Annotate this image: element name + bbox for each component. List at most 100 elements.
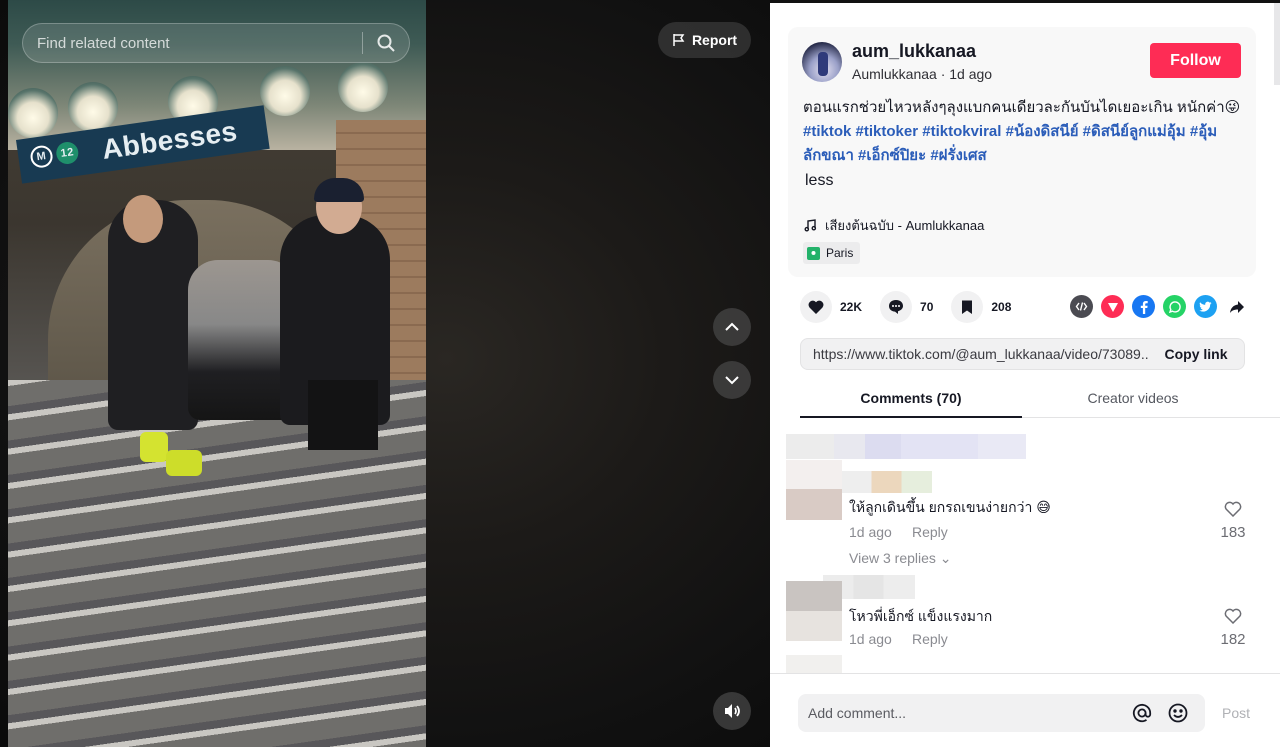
hashtag-link[interactable]: #น้องดิสนีย์ [1006,123,1079,140]
embed-button[interactable] [1070,295,1093,318]
location-tag[interactable]: Paris [803,242,861,264]
scene-lamp [260,66,310,116]
collapse-description-button[interactable]: less [805,172,833,190]
share-twitter-button[interactable] [1194,295,1217,318]
share-arrow-icon [1229,300,1244,313]
send-icon [1107,302,1118,312]
comment-input[interactable] [798,694,1118,732]
chevron-down-icon [725,376,739,385]
scene-skirt [308,380,378,450]
video-frame[interactable]: M 12 Abbesses [8,0,426,747]
hashtag-link[interactable]: #เอ็กซ์ปิยะ [858,147,926,164]
volume-button[interactable] [713,692,751,730]
tab-creator-videos[interactable]: Creator videos [1022,382,1244,418]
save-count: 208 [991,300,1012,314]
save-button[interactable]: 208 [951,291,1011,323]
report-button[interactable]: Report [658,22,751,58]
video-info-card: aum_lukkanaa Aumlukkanaa · 1d ago Follow… [788,27,1256,277]
share-whatsapp-button[interactable] [1163,295,1186,318]
comment-time: 1d ago [849,631,892,647]
comment-box [798,694,1205,732]
comment-button[interactable]: 70 [880,291,933,323]
twitter-icon [1199,301,1212,312]
emoji-button[interactable] [1167,702,1189,724]
hashtag-link[interactable]: #tiktok [803,123,851,140]
bookmark-icon [962,300,973,314]
next-video-button[interactable] [713,361,751,399]
speaker-icon [725,704,740,718]
more-share-button[interactable] [1225,295,1248,318]
metro-logo: M [29,144,54,170]
emoji-icon [1168,703,1188,723]
author-username[interactable]: aum_lukkanaa [852,41,976,62]
video-link-box: https://www.tiktok.com/@aum_lukkanaa/vid… [800,338,1245,370]
redacted-username [842,471,932,493]
previous-video-button[interactable] [713,308,751,346]
whatsapp-icon [1168,300,1181,313]
scene-lamp [8,88,58,138]
scrollbar[interactable] [1274,3,1280,85]
avatar[interactable] [802,42,842,82]
heart-outline-icon [1224,608,1242,625]
metro-line-badge: 12 [54,140,80,166]
mention-button[interactable] [1131,702,1153,724]
search-button[interactable] [363,24,409,62]
video-url[interactable]: https://www.tiktok.com/@aum_lukkanaa/vid… [801,346,1148,362]
panel-tabs: Comments (70) Creator videos [800,382,1280,418]
post-comment-button[interactable]: Post [1222,705,1250,721]
scene-lamp [338,62,388,112]
copy-link-button[interactable]: Copy link [1148,346,1244,362]
redacted-username [786,434,1026,459]
video-description: ตอนแรกช่วยไหวหลังๆลุงแบกคนเดียวละกันบันไ… [803,96,1243,168]
embed-icon [1075,302,1088,311]
avatar[interactable] [786,460,842,520]
hashtag-link[interactable]: #tiktoker [856,123,919,140]
music-link[interactable]: เสียงต้นฉบับ - Aumlukkanaa [804,215,984,236]
chevron-up-icon [725,322,739,331]
search-input[interactable] [23,24,362,62]
hashtag-link[interactable]: #ดิสนีย์ลูกแม่อุ้ม [1083,123,1186,140]
avatar[interactable] [786,655,842,673]
like-count: 22K [840,300,863,314]
engagement-actions: 22K 70 208 [800,290,1029,324]
comment-icon [889,300,904,314]
tab-comments[interactable]: Comments (70) [800,382,1022,418]
music-note-icon [804,219,817,232]
scene-person-man-head [123,195,163,243]
comment-time: 1d ago [849,524,892,540]
video-player[interactable]: M 12 Abbesses Report [0,0,770,747]
hashtag-link[interactable]: #tiktokviral [922,123,1001,140]
comment-like-count: 183 [1220,524,1246,541]
scene-shoe [166,450,202,476]
send-to-friends-button[interactable] [1101,295,1124,318]
comment-like-button[interactable]: 183 [1213,501,1253,541]
details-panel: aum_lukkanaa Aumlukkanaa · 1d ago Follow… [770,0,1280,747]
music-label: เสียงต้นฉบับ - Aumlukkanaa [825,218,985,233]
comment-list: ให้ลูกเดินขึ้น ยกรถเขนง่ายกว่า 😅 1d ago … [770,419,1280,673]
search-bar [22,23,410,63]
comment-composer: Post [770,673,1280,747]
facebook-icon [1140,300,1148,314]
follow-button[interactable]: Follow [1150,43,1241,78]
comment-text: โหวพี่เอ็กซ์ แข็งแรงมาก [849,608,993,624]
share-facebook-button[interactable] [1132,295,1155,318]
heart-outline-icon [1224,501,1242,518]
hashtag-link[interactable]: #ฝรั่งเศส [930,147,986,164]
avatar[interactable] [786,581,842,641]
comment-like-count: 182 [1220,631,1246,648]
comment-like-button[interactable]: 182 [1213,608,1253,648]
like-button[interactable]: 22K [800,291,862,323]
reply-button[interactable]: Reply [912,524,948,540]
heart-icon [808,300,824,314]
scene-lamp [68,82,118,132]
location-pin-icon [807,246,820,260]
scene-shoe [140,432,168,462]
report-label: Report [691,32,738,48]
author-nickname: Aumlukkanaa · 1d ago [852,66,993,82]
view-replies-button[interactable]: View 3 replies ⌄ [849,550,952,567]
at-sign-icon [1132,703,1152,723]
location-label: Paris [826,246,854,260]
comment-count: 70 [920,300,934,314]
reply-button[interactable]: Reply [912,631,948,647]
comment-text: ให้ลูกเดินขึ้น ยกรถเขนง่ายกว่า 😅 [849,499,1051,515]
